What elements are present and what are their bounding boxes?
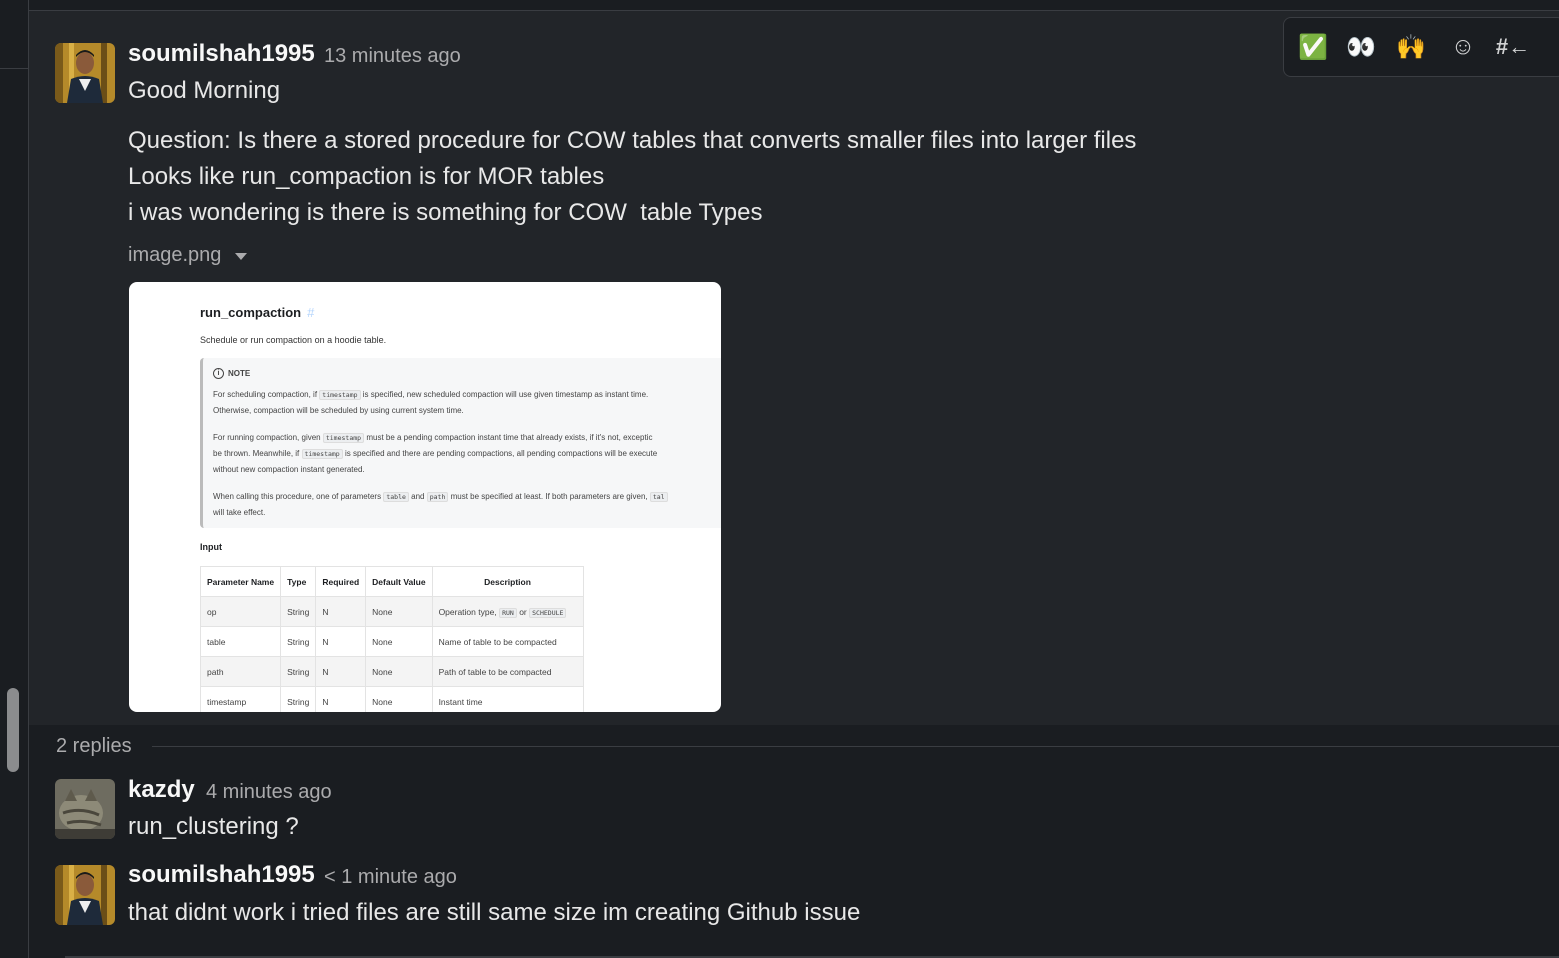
- table-cell: N: [315, 596, 367, 627]
- note-text: is specified and there are pending compa…: [344, 449, 658, 458]
- table-cell: Path of table to be compacted: [431, 656, 584, 687]
- message-timestamp[interactable]: 13 minutes ago: [324, 45, 461, 68]
- avatar[interactable]: [55, 865, 115, 925]
- add-reaction-icon[interactable]: ☺: [1447, 31, 1479, 63]
- attachment-image[interactable]: run_compaction # Schedule or run compacti…: [129, 282, 721, 712]
- reply-timestamp[interactable]: 4 minutes ago: [206, 781, 332, 804]
- table-cell: op: [199, 596, 282, 627]
- inline-code: tal: [649, 492, 668, 502]
- attachment-header[interactable]: image.png: [128, 244, 248, 267]
- chevron-down-icon[interactable]: [235, 253, 248, 260]
- column-header: Parameter Name: [199, 566, 282, 597]
- inline-code: timestamp: [301, 449, 343, 459]
- reply-username[interactable]: kazdy: [128, 776, 195, 804]
- user-photo-icon: [55, 43, 115, 103]
- table-cell: String: [280, 686, 317, 712]
- inline-code: path: [426, 492, 449, 502]
- column-header: Required: [315, 566, 367, 597]
- column-header: Description: [431, 566, 584, 597]
- input-heading: Input: [200, 542, 222, 552]
- info-icon: i: [213, 368, 224, 379]
- user-photo-icon: [55, 865, 115, 925]
- table-cell: None: [365, 626, 433, 657]
- table-cell: N: [315, 686, 367, 712]
- table-cell: Operation type, RUN or SCHEDULE: [431, 596, 584, 627]
- rail-divider: [0, 68, 28, 69]
- note-text: and: [411, 492, 425, 501]
- note-text: will take effect.: [213, 508, 266, 517]
- replies-divider: 2 replies: [56, 735, 1559, 758]
- note-text: For scheduling compaction, if: [213, 390, 318, 399]
- note-header: i NOTE: [213, 368, 250, 379]
- table-cell: N: [315, 656, 367, 687]
- note-text: without new compaction instant generated…: [213, 465, 365, 474]
- note-text: must be specified at least. If both para…: [450, 492, 648, 501]
- table-cell: table: [199, 626, 282, 657]
- inline-code: RUN: [499, 607, 517, 618]
- cell-text: Operation type,: [438, 606, 497, 617]
- table-row: op String N None Operation type, RUN or …: [199, 596, 584, 627]
- table-header-row: Parameter Name Type Required Default Val…: [199, 566, 584, 597]
- doc-title-text: run_compaction: [200, 305, 302, 320]
- table-cell: String: [280, 656, 317, 687]
- column-header: Default Value: [365, 566, 433, 597]
- message-actions-toolbar: ✅ 👀 🙌 ☺ #←: [1283, 17, 1559, 77]
- table-cell: path: [199, 656, 282, 687]
- table-row: timestamp String N None Instant time: [199, 686, 584, 712]
- column-header: Type: [280, 566, 317, 597]
- note-label: NOTE: [228, 369, 251, 378]
- scrollbar-thumb[interactable]: [7, 688, 19, 772]
- note-text: When calling this procedure, one of para…: [213, 492, 382, 501]
- note-text: must be a pending compaction instant tim…: [366, 433, 653, 442]
- doc-title: run_compaction #: [200, 305, 314, 320]
- table-cell: Name of table to be compacted: [431, 626, 584, 657]
- reply-timestamp[interactable]: < 1 minute ago: [324, 866, 457, 889]
- inline-code: timestamp: [322, 433, 365, 443]
- table-cell: None: [365, 596, 433, 627]
- message-line-2: Question: Is there a stored procedure fo…: [128, 127, 1137, 154]
- cell-text: or: [519, 606, 527, 617]
- note-paragraph-1: For scheduling compaction, if timestamp …: [213, 387, 648, 419]
- message-line-1: Good Morning: [128, 77, 281, 104]
- left-rail: [0, 0, 29, 958]
- white-check-mark-icon[interactable]: ✅: [1297, 31, 1329, 63]
- cat-photo-icon: [55, 779, 115, 839]
- table-row: path String N None Path of table to be c…: [199, 656, 584, 687]
- attachment-filename[interactable]: image.png: [128, 244, 221, 267]
- message-line-4: i was wondering is there is something fo…: [128, 199, 763, 226]
- raised-hands-icon[interactable]: 🙌: [1395, 31, 1427, 63]
- table-cell: N: [315, 626, 367, 657]
- table-cell: Instant time: [431, 686, 584, 712]
- inline-code: table: [383, 492, 409, 502]
- note-text: be thrown. Meanwhile, if: [213, 449, 300, 458]
- note-text: Otherwise, compaction will be scheduled …: [213, 406, 464, 415]
- table-cell: String: [280, 626, 317, 657]
- inline-code: SCHEDULE: [529, 607, 567, 618]
- table-row: table String N None Name of table to be …: [199, 626, 584, 657]
- table-cell: None: [365, 686, 433, 712]
- note-paragraph-3: When calling this procedure, one of para…: [213, 489, 668, 521]
- table-cell: String: [280, 596, 317, 627]
- anchor-link-icon: #: [307, 305, 315, 320]
- note-text: For running compaction, given: [213, 433, 321, 442]
- parameters-table: Parameter Name Type Required Default Val…: [199, 566, 584, 712]
- divider-line: [151, 746, 1559, 747]
- doc-note: i NOTE For scheduling compaction, if tim…: [200, 358, 721, 528]
- table-cell: None: [365, 656, 433, 687]
- reply-in-channel-icon[interactable]: #←: [1496, 31, 1530, 63]
- message-line-3: Looks like run_compaction is for MOR tab…: [128, 163, 605, 190]
- reply-text: that didnt work i tried files are still …: [128, 899, 861, 926]
- replies-count: 2 replies: [56, 735, 132, 757]
- reply-text: run_clustering ?: [128, 813, 299, 840]
- eyes-icon[interactable]: 👀: [1345, 31, 1377, 63]
- note-paragraph-2: For running compaction, given timestamp …: [213, 430, 657, 478]
- doc-subtitle: Schedule or run compaction on a hoodie t…: [200, 335, 387, 345]
- reply-username[interactable]: soumilshah1995: [128, 861, 315, 889]
- inline-code: timestamp: [319, 390, 361, 400]
- note-text: is specified, new scheduled compaction w…: [362, 390, 649, 399]
- avatar[interactable]: [55, 43, 115, 103]
- table-cell: timestamp: [199, 686, 282, 712]
- avatar[interactable]: [55, 779, 115, 839]
- message-username[interactable]: soumilshah1995: [128, 40, 315, 68]
